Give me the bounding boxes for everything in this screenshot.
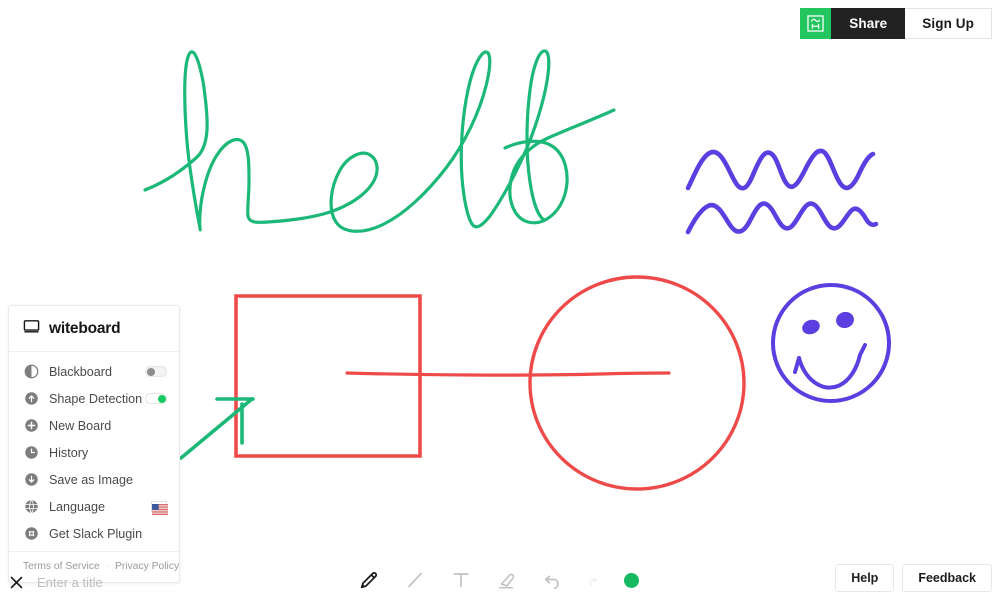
sidebar-item-label: Save as Image <box>49 472 134 487</box>
globe-icon <box>23 498 40 515</box>
arrow-up-circle-icon <box>23 390 40 407</box>
stroke-purple-squiggle-bottom <box>685 201 879 235</box>
sidebar-item-language[interactable]: Language <box>9 493 179 520</box>
blackboard-toggle[interactable] <box>145 366 167 377</box>
sidebar-item-get-slack-plugin[interactable]: Get Slack Plugin <box>9 520 179 547</box>
eraser-tool[interactable] <box>494 567 520 593</box>
stroke-green-arrow <box>179 397 255 460</box>
sidebar-item-label: New Board <box>49 418 112 433</box>
sidebar-items: Blackboard Shape Detection New Board His… <box>9 352 179 551</box>
stroke-purple-squiggle-top <box>685 148 876 191</box>
sidebar-menu: witeboard Blackboard Shape Detection New… <box>8 305 180 583</box>
clock-icon <box>23 444 40 461</box>
topbar: Share Sign Up <box>800 8 992 39</box>
line-tool[interactable] <box>402 567 428 593</box>
download-circle-icon <box>23 471 40 488</box>
plus-circle-icon <box>23 417 40 434</box>
whiteboard-icon <box>23 318 40 340</box>
board-title-input[interactable] <box>37 575 297 590</box>
share-button[interactable]: Share <box>831 8 906 39</box>
drawing-tools <box>356 567 644 593</box>
sidebar-item-new-board[interactable]: New Board <box>9 412 179 439</box>
slack-icon <box>23 525 40 542</box>
witeboard-mark-icon[interactable] <box>800 8 832 39</box>
help-button[interactable]: Help <box>835 564 895 592</box>
contrast-icon <box>23 363 40 380</box>
sidebar-logo-text: witeboard <box>49 320 121 337</box>
sidebar-item-label: Shape Detection <box>49 391 143 406</box>
bottom-toolbar: Help Feedback <box>0 560 1000 600</box>
selected-color-indicator <box>623 572 639 588</box>
sidebar-item-label: Blackboard <box>49 364 113 379</box>
sidebar-item-label: History <box>49 445 89 460</box>
shape-detection-toggle[interactable] <box>145 393 167 404</box>
stroke-purple-smiley-face <box>771 283 891 403</box>
stroke-red-horizontal-line <box>345 371 671 377</box>
text-tool[interactable] <box>448 567 474 593</box>
us-flag-icon <box>151 501 168 515</box>
stroke-hello-handwriting <box>143 49 616 233</box>
sidebar-item-label: Language <box>49 499 106 514</box>
close-x-icon[interactable] <box>8 574 25 591</box>
sidebar-logo[interactable]: witeboard <box>9 306 179 352</box>
color-swatch-button[interactable] <box>618 567 644 593</box>
stroke-red-circle <box>528 275 746 491</box>
feedback-button[interactable]: Feedback <box>902 564 992 592</box>
pencil-tool[interactable] <box>356 567 382 593</box>
undo-button[interactable] <box>540 567 566 593</box>
sidebar-item-shape-detection[interactable]: Shape Detection <box>9 385 179 412</box>
witeboard-app: Share Sign Up witeboard Blackboard Shape… <box>0 0 1000 600</box>
signup-button[interactable]: Sign Up <box>905 8 992 39</box>
sidebar-item-save-as-image[interactable]: Save as Image <box>9 466 179 493</box>
sidebar-item-label: Get Slack Plugin <box>49 526 143 541</box>
stroke-red-rectangle <box>234 294 422 458</box>
redo-button[interactable] <box>586 567 598 593</box>
sidebar-item-blackboard[interactable]: Blackboard <box>9 358 179 385</box>
sidebar-item-history[interactable]: History <box>9 439 179 466</box>
board-title-area <box>8 574 297 591</box>
bottom-right-actions: Help Feedback <box>835 564 992 592</box>
